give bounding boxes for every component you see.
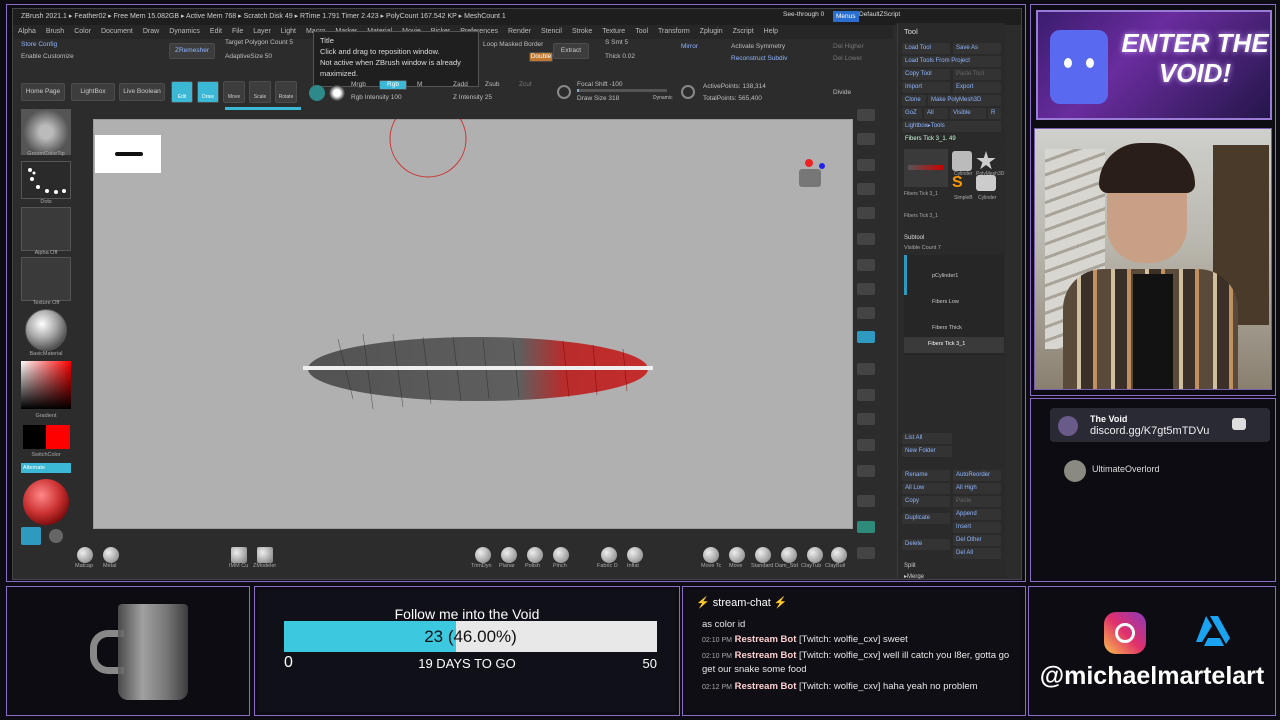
chat-panel-frame: [682, 586, 1026, 716]
webcam-panel-frame: [1030, 4, 1276, 396]
goal-panel-frame: [254, 586, 680, 716]
mug-panel-frame: [6, 586, 250, 716]
discord-panel-frame: [1030, 398, 1276, 582]
social-panel-frame: [1028, 586, 1276, 716]
zbrush-panel-frame: [6, 4, 1026, 582]
